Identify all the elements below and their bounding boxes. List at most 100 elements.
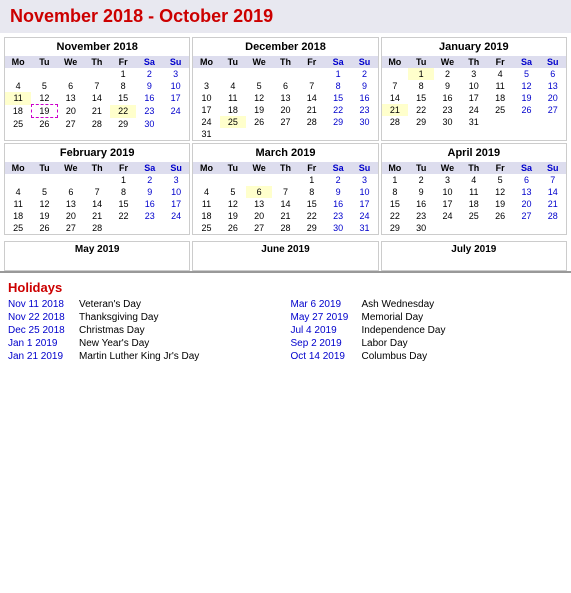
- day-cell: 30: [325, 222, 351, 234]
- day-header-Sa: Sa: [325, 56, 351, 68]
- day-cell: 14: [382, 92, 408, 104]
- day-cell: 29: [325, 116, 351, 128]
- holiday-name: Columbus Day: [362, 351, 428, 362]
- partial-month: May 2019: [4, 241, 190, 271]
- day-cell: [513, 116, 539, 128]
- day-cell: 11: [193, 198, 219, 210]
- day-cell: 2: [137, 174, 163, 186]
- day-cell: 3: [351, 174, 377, 186]
- day-header-We: We: [246, 162, 272, 174]
- holiday-item: Jan 21 2019Martin Luther King Jr's Day: [8, 350, 281, 363]
- day-cell: 11: [487, 80, 513, 92]
- day-header-Fr: Fr: [299, 56, 325, 68]
- day-cell: 8: [110, 80, 136, 92]
- holiday-date: Jan 21 2019: [8, 351, 73, 362]
- day-cell: [246, 68, 272, 80]
- day-cell: 28: [84, 222, 110, 234]
- day-cell: 12: [31, 92, 57, 105]
- day-cell: 26: [31, 222, 57, 234]
- day-header-Mo: Mo: [193, 56, 219, 68]
- day-cell: 7: [84, 80, 110, 92]
- day-cell: 21: [299, 104, 325, 116]
- day-cell: 8: [299, 186, 325, 198]
- day-cell: [31, 174, 57, 186]
- day-header-Mo: Mo: [5, 56, 31, 68]
- holidays-grid: Nov 11 2018Veteran's DayNov 22 2018Thank…: [8, 298, 563, 363]
- day-cell: [461, 222, 487, 234]
- day-cell: 4: [220, 80, 246, 92]
- holiday-item: Nov 11 2018Veteran's Day: [8, 298, 281, 311]
- day-cell: 29: [382, 222, 408, 234]
- day-header-Mo: Mo: [382, 56, 408, 68]
- day-cell: [31, 68, 57, 80]
- holiday-date: Sep 2 2019: [291, 338, 356, 349]
- day-header-We: We: [434, 162, 460, 174]
- day-header-Sa: Sa: [513, 56, 539, 68]
- day-cell: 22: [299, 210, 325, 222]
- day-cell: [351, 128, 377, 140]
- day-cell: 18: [487, 92, 513, 104]
- day-cell: 2: [408, 174, 434, 186]
- day-header-Mo: Mo: [5, 162, 31, 174]
- day-cell: 31: [193, 128, 219, 140]
- day-cell: 1: [382, 174, 408, 186]
- day-cell: [299, 68, 325, 80]
- day-cell: [58, 68, 84, 80]
- day-cell: 13: [513, 186, 539, 198]
- day-cell: 11: [5, 92, 31, 105]
- day-cell: [487, 116, 513, 128]
- month-nov2018: November 2018MoTuWeThFrSaSu1234567891011…: [4, 37, 190, 141]
- day-cell: 9: [408, 186, 434, 198]
- day-cell: 5: [31, 80, 57, 92]
- day-cell: 17: [163, 198, 189, 210]
- day-cell: 23: [408, 210, 434, 222]
- day-cell: 1: [299, 174, 325, 186]
- day-cell: 20: [540, 92, 566, 104]
- day-cell: 2: [136, 68, 162, 80]
- day-cell: [220, 68, 246, 80]
- month-dec2018: December 2018MoTuWeThFrSaSu1234567891011…: [192, 37, 378, 141]
- day-cell: [325, 128, 351, 140]
- day-cell: 17: [193, 104, 219, 116]
- day-cell: 21: [272, 210, 298, 222]
- day-cell: 9: [351, 80, 377, 92]
- day-cell: 22: [408, 104, 434, 116]
- day-cell: 20: [272, 104, 298, 116]
- day-header-Th: Th: [84, 56, 110, 68]
- day-header-Th: Th: [84, 162, 110, 174]
- day-cell: 24: [351, 210, 377, 222]
- day-cell: 27: [58, 222, 84, 234]
- day-cell: 17: [351, 198, 377, 210]
- month-title-jan2019: January 2019: [382, 38, 566, 56]
- partial-month-title: June 2019: [193, 242, 377, 257]
- day-cell: 19: [220, 210, 246, 222]
- day-cell: 2: [325, 174, 351, 186]
- day-cell: 14: [84, 198, 110, 210]
- day-cell: [272, 174, 298, 186]
- day-cell: 6: [246, 186, 272, 198]
- day-cell: 24: [461, 104, 487, 116]
- partial-months-row: May 2019June 2019July 2019: [0, 239, 571, 271]
- day-cell: 5: [487, 174, 513, 186]
- day-cell: 20: [58, 105, 84, 118]
- day-cell: 5: [513, 68, 539, 80]
- day-cell: 7: [382, 80, 408, 92]
- day-cell: 2: [351, 68, 377, 80]
- day-cell: 7: [84, 186, 110, 198]
- day-cell: 22: [110, 105, 136, 118]
- day-cell: 20: [246, 210, 272, 222]
- day-cell: [299, 128, 325, 140]
- day-cell: 24: [163, 105, 189, 118]
- day-cell: 14: [84, 92, 110, 105]
- day-cell: 15: [382, 198, 408, 210]
- day-header-Tu: Tu: [31, 162, 57, 174]
- day-header-Th: Th: [461, 162, 487, 174]
- day-header-Su: Su: [163, 56, 189, 68]
- day-cell: 1: [408, 68, 434, 80]
- day-cell: [434, 222, 460, 234]
- day-cell: 28: [382, 116, 408, 128]
- day-cell: 31: [461, 116, 487, 128]
- holiday-item: May 27 2019Memorial Day: [291, 311, 564, 324]
- holidays-left-column: Nov 11 2018Veteran's DayNov 22 2018Thank…: [8, 298, 281, 363]
- day-cell: 3: [193, 80, 219, 92]
